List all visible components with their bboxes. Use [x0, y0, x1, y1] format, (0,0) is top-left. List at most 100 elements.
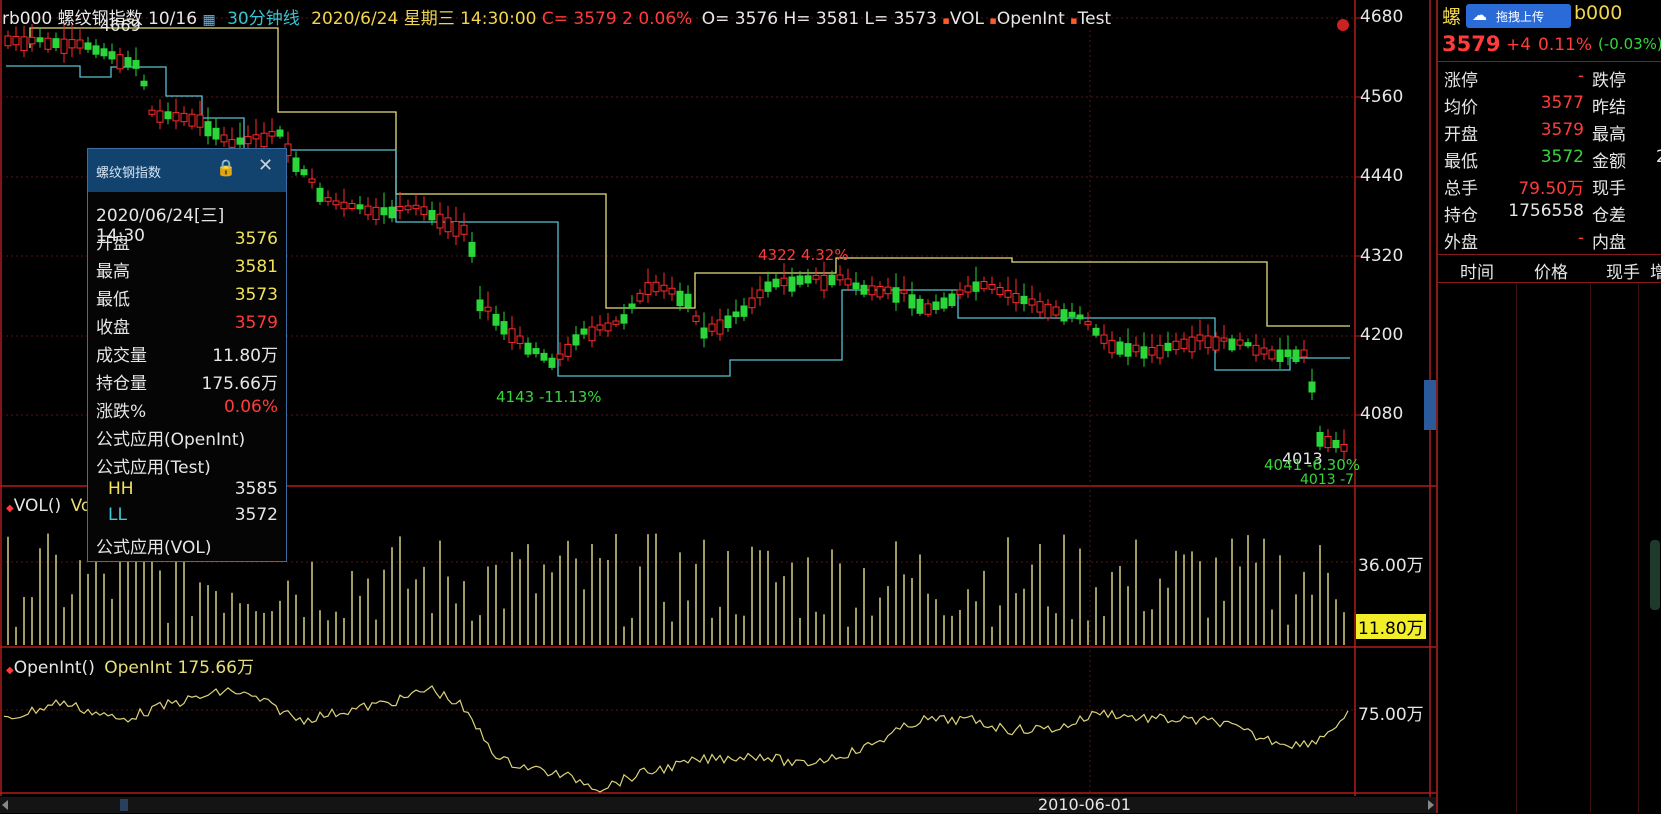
candle-body: [156, 110, 164, 123]
quote-right-label: 昨结: [1592, 98, 1626, 118]
candle-body: [900, 289, 908, 294]
candle-body: [1180, 338, 1188, 349]
grid-icon[interactable]: ▦: [202, 12, 215, 28]
period-label[interactable]: 30分钟线: [227, 9, 300, 29]
candle-body: [1188, 336, 1196, 353]
candle-body: [252, 134, 260, 140]
candle-body: [1236, 339, 1244, 346]
candle-body: [476, 299, 484, 312]
candle-body: [468, 241, 476, 257]
price-tick-label: 4080: [1360, 404, 1404, 424]
candle-body: [1324, 436, 1332, 449]
candle-body: [1148, 346, 1156, 356]
divider: [1438, 254, 1661, 255]
candle-body: [1140, 346, 1148, 359]
candle-body: [868, 285, 876, 296]
candle-body: [20, 36, 28, 51]
candle-body: [236, 137, 244, 145]
candle-body: [516, 335, 524, 344]
column-divider: [1590, 283, 1591, 813]
popup-formula-vol: 公式应用(VOL): [96, 538, 212, 558]
quote-row: 持仓 1756558: [1444, 201, 1584, 226]
candle-body: [724, 315, 732, 328]
candle-body: [316, 187, 324, 202]
candle-body: [1156, 344, 1164, 359]
candle-body: [604, 322, 612, 332]
upload-button[interactable]: ☁ 拖拽上传: [1466, 4, 1571, 28]
header-close: C= 3579: [541, 9, 617, 29]
popup-row-ll: LL 3572: [108, 505, 278, 525]
candle-body: [700, 327, 708, 339]
close-icon[interactable]: ✕: [258, 155, 273, 176]
candle-body: [68, 39, 76, 49]
header-high: H= 3581: [783, 9, 860, 29]
candle-body: [436, 213, 444, 229]
header-change: 2: [622, 9, 633, 29]
header-datetime: 2020/6/24 星期三 14:30:00: [311, 9, 537, 29]
candle-body: [1228, 338, 1236, 351]
indicator-test[interactable]: ▪Test: [1070, 9, 1111, 29]
candle-body: [948, 293, 956, 306]
candle-body: [612, 320, 620, 325]
candle-body: [1308, 381, 1316, 393]
candle-body: [660, 284, 668, 292]
quote-row: 均价 3577: [1444, 93, 1584, 118]
upload-button-label: 拖拽上传: [1496, 10, 1545, 24]
candle-body: [444, 217, 452, 233]
oi-panel-title[interactable]: ◆OpenInt() OpenInt 175.66万: [6, 653, 254, 678]
candle-body: [908, 294, 916, 309]
candle-body: [300, 169, 308, 176]
candle-body: [268, 131, 276, 137]
candle-body: [1316, 432, 1324, 447]
candle-body: [404, 205, 412, 211]
candle-body: [644, 282, 652, 295]
column-divider: [1516, 283, 1517, 813]
candle-body: [764, 281, 772, 292]
candle-body: [428, 210, 436, 221]
chart-area[interactable]: rb000 螺纹钢指数 10/16 ▦ 30分钟线 2020/6/24 星期三 …: [0, 0, 1436, 814]
candle-body: [1124, 343, 1132, 357]
popup-row-low: 最低 3573: [96, 285, 278, 310]
candle-body: [804, 275, 812, 284]
candle-body: [884, 286, 892, 295]
candle-body: [556, 353, 564, 360]
header-low: L= 3573: [864, 9, 937, 29]
candle-body: [28, 36, 36, 45]
quote-right-label: 跌停: [1592, 71, 1626, 91]
candle-body: [1044, 303, 1052, 319]
candle-body: [452, 221, 460, 237]
price-tick-label: 4440: [1360, 166, 1404, 186]
candle-body: [1220, 337, 1228, 342]
candle-body: [1260, 347, 1268, 355]
quote-right-label: 最高: [1592, 125, 1626, 145]
candle-body: [820, 274, 828, 291]
candle-body: [1164, 342, 1172, 351]
lock-icon[interactable]: 🔒: [216, 158, 236, 177]
price-axis-ticks: [1355, 17, 1362, 416]
close-chart-icon[interactable]: [1337, 19, 1349, 31]
candle-body: [1268, 349, 1276, 360]
popup-row-open: 开盘 3576: [96, 229, 278, 254]
quote-row: 涨停 -: [1444, 66, 1584, 91]
indicator-vol[interactable]: ▪VOL: [942, 9, 984, 29]
candle-body: [980, 281, 988, 290]
quote-truncated-value: 2: [1656, 147, 1661, 167]
indicator-openint[interactable]: ▪OpenInt: [989, 9, 1064, 29]
cloud-icon: ☁: [1472, 6, 1487, 24]
candle-body: [940, 297, 948, 309]
candle-body: [972, 281, 980, 292]
candle-body: [956, 289, 964, 295]
candle-body: [396, 206, 404, 211]
popup-title-bar[interactable]: 螺纹钢指数 🔒 ✕: [88, 149, 286, 192]
horizontal-scrollbar[interactable]: [0, 797, 1436, 813]
open-interest-line: [3, 685, 1349, 793]
column-divider: [1638, 283, 1639, 813]
candle-body: [420, 206, 428, 215]
side-expander[interactable]: [1424, 380, 1436, 430]
candle-body: [876, 286, 884, 298]
vertical-scroll-handle[interactable]: [1650, 540, 1660, 610]
data-popup-window[interactable]: 螺纹钢指数 🔒 ✕ 2020/06/24[三] 14:30 开盘 3576 最高 3…: [87, 148, 287, 562]
candle-body: [140, 80, 148, 87]
quote-row: 外盘 -: [1444, 228, 1584, 253]
page-count: 10/16: [148, 9, 198, 29]
